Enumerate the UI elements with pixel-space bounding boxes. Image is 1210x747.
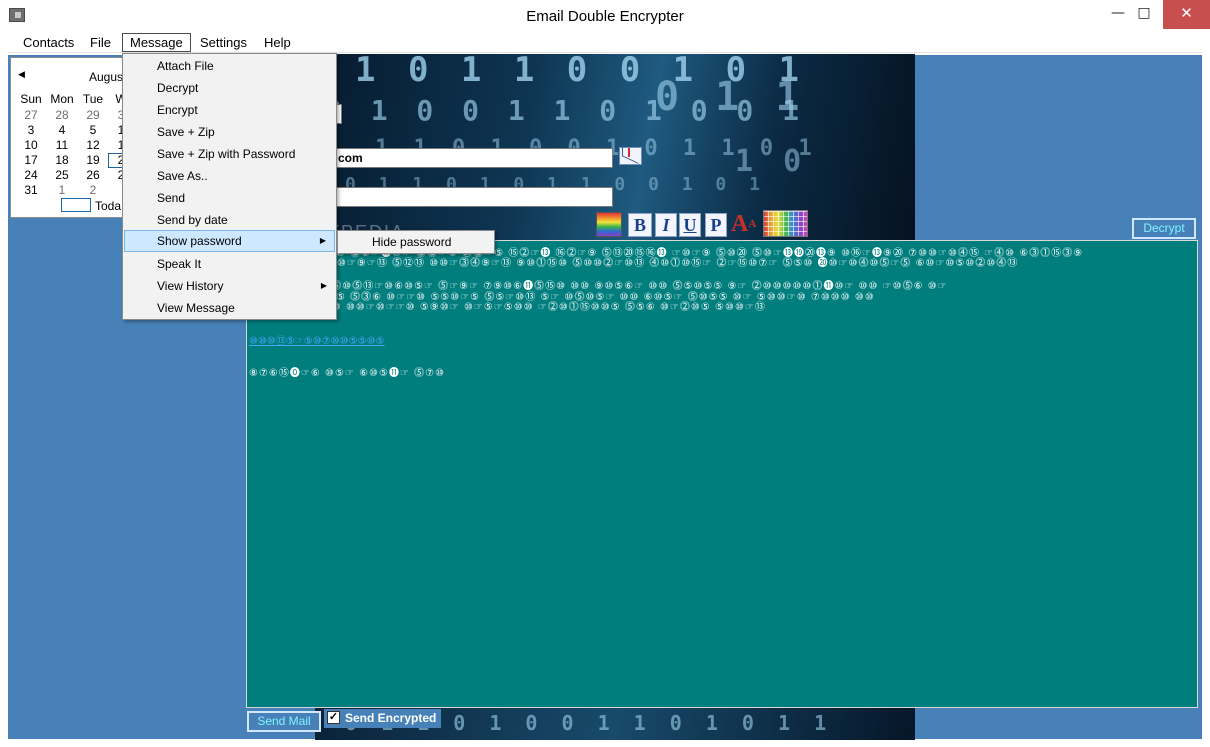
- minimize-button[interactable]: —: [1105, 0, 1131, 29]
- menu-help[interactable]: Help: [257, 34, 298, 53]
- calendar-day[interactable]: 2: [79, 183, 107, 197]
- menu-item-send-by-date[interactable]: Send by date: [124, 209, 335, 231]
- italic-button[interactable]: I: [655, 213, 677, 237]
- menu-item-encrypt[interactable]: Encrypt: [124, 99, 335, 121]
- menu-item-speak-it[interactable]: Speak It: [124, 253, 335, 275]
- menu-item-label: Show password: [157, 234, 242, 248]
- calendar-day[interactable]: 29: [79, 108, 107, 122]
- menu-item-label: View History: [157, 279, 224, 293]
- menu-settings[interactable]: Settings: [193, 34, 254, 53]
- calendar-day[interactable]: 11: [48, 138, 76, 152]
- calendar-weekday: Tue: [82, 92, 104, 106]
- calendar[interactable]: ◀ August Sun Mon Tue W 27 28 29 3 3 4 5 …: [10, 57, 126, 218]
- menu-item-view-message[interactable]: View Message: [124, 297, 335, 319]
- menu-message[interactable]: Message: [122, 33, 191, 52]
- bold-button[interactable]: B: [628, 213, 652, 237]
- title-bar: Email Double Encrypter — □ ✕: [0, 0, 1210, 31]
- menu-item-attach-file[interactable]: Attach File: [124, 55, 335, 77]
- color-gradient-icon[interactable]: [596, 212, 622, 237]
- calendar-day[interactable]: 17: [17, 153, 45, 167]
- menu-item-save-zip-password[interactable]: Save + Zip with Password: [124, 143, 335, 165]
- submenu-arrow-icon: ▶: [319, 236, 326, 245]
- calendar-weekday: Sun: [20, 92, 42, 106]
- menu-item-hide-password[interactable]: Hide password: [339, 232, 493, 252]
- show-password-submenu: Hide password: [337, 230, 495, 254]
- address-book-icon[interactable]: [619, 147, 642, 165]
- calendar-today-label[interactable]: Toda: [95, 199, 121, 213]
- message-menu-dropdown: Attach File Decrypt Encrypt Save + Zip S…: [122, 53, 337, 320]
- maximize-button[interactable]: □: [1131, 0, 1157, 29]
- menu-item-send[interactable]: Send: [124, 187, 335, 209]
- checkbox-checked-icon[interactable]: ✓: [327, 711, 340, 724]
- encrypted-link[interactable]: ⑩⑩⑩⑬⑤☞⑤⑩⑦⑩⑩⑤⑤⑩⑤: [249, 332, 385, 347]
- calendar-month: August: [89, 70, 126, 84]
- to-field[interactable]: com: [333, 148, 613, 168]
- send-mail-button[interactable]: Send Mail: [247, 711, 321, 732]
- calendar-day[interactable]: 10: [17, 138, 45, 152]
- message-body[interactable]: ⓵⑩☞⓹⑩ ⓴⑩☞⑩ ⓶⑨☞⓫⑩☞ ⓶⓶☞⑧ ⑳⓶☞⑤ ⑮⓶☞⓭ ⑯⓶☞⑨ ⓹⑬…: [246, 240, 1198, 708]
- calendar-today-marker[interactable]: [61, 198, 91, 212]
- calendar-day[interactable]: 3: [17, 123, 45, 137]
- calendar-prev-month-icon[interactable]: ◀: [18, 69, 25, 80]
- menu-item-save-zip[interactable]: Save + Zip: [124, 121, 335, 143]
- calendar-day[interactable]: 12: [79, 138, 107, 152]
- calendar-day[interactable]: 24: [17, 168, 45, 182]
- menu-file[interactable]: File: [83, 34, 118, 53]
- calendar-day[interactable]: 19: [79, 153, 107, 167]
- submenu-arrow-icon: ▶: [320, 281, 327, 290]
- menu-item-view-history[interactable]: View History ▶: [124, 275, 335, 297]
- font-size-button[interactable]: AA: [731, 210, 757, 238]
- encrypted-text-line: ⓵⑩☞⓹⑩ ⑩⓰⑮⑩☞⑨☞⑬ ⓹⑫⑬ ⑩⑩☞⓷⓸⑨☞⑬ ⑨⑩⓵⑮⑩ ⓹⑩⑩⓶☞⑩…: [249, 258, 1019, 269]
- calendar-day[interactable]: 26: [79, 168, 107, 182]
- calendar-day[interactable]: 18: [48, 153, 76, 167]
- close-button[interactable]: ✕: [1163, 0, 1210, 29]
- menu-contacts[interactable]: Contacts: [16, 34, 81, 53]
- send-encrypted-label: Send Encrypted: [345, 711, 437, 725]
- calendar-day[interactable]: 1: [48, 183, 76, 197]
- send-encrypted-checkbox[interactable]: ✓ Send Encrypted: [324, 709, 441, 728]
- font-letter: A: [731, 211, 749, 237]
- calendar-day[interactable]: 4: [48, 123, 76, 137]
- window-title: Email Double Encrypter: [526, 8, 684, 25]
- underline-button[interactable]: U: [679, 213, 701, 237]
- paragraph-button[interactable]: P: [705, 213, 727, 237]
- menu-item-save-as[interactable]: Save As..: [124, 165, 335, 187]
- font-superscript: A: [748, 218, 757, 230]
- menu-item-decrypt[interactable]: Decrypt: [124, 77, 335, 99]
- calendar-day[interactable]: 25: [48, 168, 76, 182]
- color-palette-icon[interactable]: [763, 210, 808, 237]
- encrypted-text-line: ⑧⑦⑥⑮⓿☞⑥ ⑩⑤☞ ⑥⑩⑤⓫☞ ⓹⑦⑩: [249, 368, 446, 379]
- calendar-day[interactable]: 27: [17, 108, 45, 122]
- decrypt-button[interactable]: Decrypt: [1132, 218, 1196, 239]
- menu-bar: Contacts File Message Settings Help: [8, 31, 1202, 53]
- menu-item-show-password[interactable]: Show password ▶: [124, 230, 335, 252]
- calendar-weekday: Mon: [50, 92, 74, 106]
- calendar-day[interactable]: 5: [79, 123, 107, 137]
- calendar-day[interactable]: 28: [48, 108, 76, 122]
- subject-field[interactable]: [333, 187, 613, 207]
- calendar-day[interactable]: 31: [17, 183, 45, 197]
